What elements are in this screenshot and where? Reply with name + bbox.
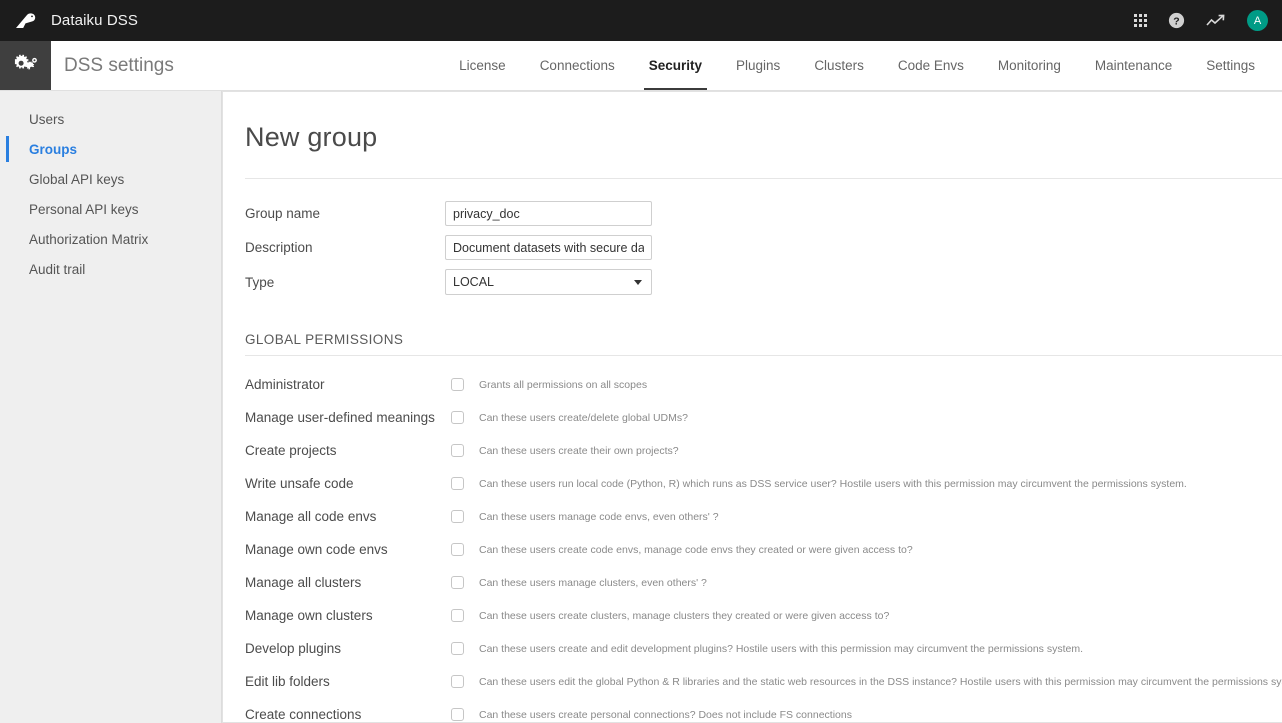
permission-label: Manage all clusters [245,575,451,590]
activity-trend-icon[interactable] [1206,14,1226,28]
apps-grid-icon[interactable] [1134,14,1147,27]
permission-description: Can these users create/delete global UDM… [479,412,688,424]
type-select[interactable]: LOCAL [445,269,652,295]
permission-label: Manage user-defined meanings [245,410,451,425]
permission-checkbox[interactable] [451,609,464,622]
sidebar-item-authorization-matrix[interactable]: Authorization Matrix [0,224,221,254]
permission-checkbox[interactable] [451,444,464,457]
permission-checkbox[interactable] [451,378,464,391]
permission-description: Can these users run local code (Python, … [479,478,1187,490]
permission-row: Manage own clusters Can these users crea… [245,599,1282,632]
chevron-down-icon [634,280,642,285]
permission-checkbox[interactable] [451,576,464,589]
app-title: Dataiku DSS [51,12,138,29]
dataiku-bird-logo[interactable] [0,0,51,41]
permission-row: Create connections Can these users creat… [245,698,1282,723]
permission-label: Manage own code envs [245,542,451,557]
global-permissions-heading: GLOBAL PERMISSIONS [245,332,1282,347]
permission-row: Create projects Can these users create t… [245,434,1282,467]
form-row-group-name: Group name [245,201,1282,226]
help-icon-glyph: ? [1168,12,1185,29]
permission-label: Create projects [245,443,451,458]
help-icon[interactable]: ? [1168,12,1185,29]
sidebar-item-global-api-keys[interactable]: Global API keys [0,164,221,194]
tab-connections[interactable]: Connections [523,41,632,90]
permission-row: Manage own code envs Can these users cre… [245,533,1282,566]
permission-row: Manage all clusters Can these users mana… [245,566,1282,599]
permission-checkbox[interactable] [451,708,464,721]
tab-clusters[interactable]: Clusters [797,41,881,90]
permission-row: Edit lib folders Can these users edit th… [245,665,1282,698]
gears-icon[interactable] [0,41,51,90]
description-input[interactable] [445,235,652,260]
type-select-value: LOCAL [453,275,494,289]
gears-icon-glyph [13,54,39,78]
permission-checkbox[interactable] [451,543,464,556]
form-row-description: Description [245,235,1282,260]
permission-description: Can these users create personal connecti… [479,709,852,721]
tab-plugins[interactable]: Plugins [719,41,797,90]
permission-checkbox[interactable] [451,642,464,655]
page-body: Users Groups Global API keys Personal AP… [0,91,1282,723]
permission-label: Manage all code envs [245,509,451,524]
permission-row: Manage all code envs Can these users man… [245,500,1282,533]
group-name-input[interactable] [445,201,652,226]
title-divider [245,178,1282,179]
permission-row: Write unsafe code Can these users run lo… [245,467,1282,500]
new-group-panel: New group Group name Description Type LO… [222,91,1282,723]
permission-description: Can these users manage clusters, even ot… [479,577,707,589]
settings-nav-bar: DSS settings License Connections Securit… [0,41,1282,91]
type-label: Type [245,275,445,290]
page-section-title: DSS settings [51,41,174,90]
section-divider [245,355,1282,356]
permission-description: Can these users edit the global Python &… [479,676,1282,688]
permission-row: Manage user-defined meanings Can these u… [245,401,1282,434]
tab-code-envs[interactable]: Code Envs [881,41,981,90]
permission-checkbox[interactable] [451,675,464,688]
sidebar-item-groups[interactable]: Groups [0,134,221,164]
permission-label: Administrator [245,377,451,392]
permission-label: Write unsafe code [245,476,451,491]
sidebar-item-audit-trail[interactable]: Audit trail [0,254,221,284]
permission-checkbox[interactable] [451,510,464,523]
description-label: Description [245,240,445,255]
form-row-type: Type LOCAL [245,269,1282,295]
tab-security[interactable]: Security [632,41,719,90]
permission-label: Develop plugins [245,641,451,656]
permission-row: Administrator Grants all permissions on … [245,368,1282,401]
permission-description: Can these users create their own project… [479,445,679,457]
apps-grid-glyph [1134,14,1147,27]
svg-text:?: ? [1173,15,1179,27]
permission-checkbox[interactable] [451,411,464,424]
permission-description: Grants all permissions on all scopes [479,379,647,391]
avatar[interactable]: A [1247,10,1268,31]
tab-license[interactable]: License [442,41,523,90]
permission-row: Develop plugins Can these users create a… [245,632,1282,665]
tab-settings[interactable]: Settings [1189,41,1272,90]
permission-checkbox[interactable] [451,477,464,490]
security-sidebar: Users Groups Global API keys Personal AP… [0,91,222,723]
group-name-label: Group name [245,206,445,221]
permission-description: Can these users create clusters, manage … [479,610,889,622]
permission-label: Manage own clusters [245,608,451,623]
page-title: New group [245,114,1282,153]
content-area: New group Group name Description Type LO… [222,91,1282,723]
sidebar-item-personal-api-keys[interactable]: Personal API keys [0,194,221,224]
tab-maintenance[interactable]: Maintenance [1078,41,1189,90]
settings-tabs: License Connections Security Plugins Clu… [442,41,1282,90]
permission-description: Can these users manage code envs, even o… [479,511,719,523]
permission-description: Can these users create and edit developm… [479,643,1083,655]
activity-trend-glyph [1206,14,1226,28]
permission-description: Can these users create code envs, manage… [479,544,913,556]
dataiku-bird-logo-icon [14,12,38,30]
sidebar-item-users[interactable]: Users [0,104,221,134]
top-bar: Dataiku DSS ? A [0,0,1282,41]
permission-label: Create connections [245,707,451,722]
tab-monitoring[interactable]: Monitoring [981,41,1078,90]
permission-label: Edit lib folders [245,674,451,689]
top-bar-actions: ? A [1134,0,1268,41]
